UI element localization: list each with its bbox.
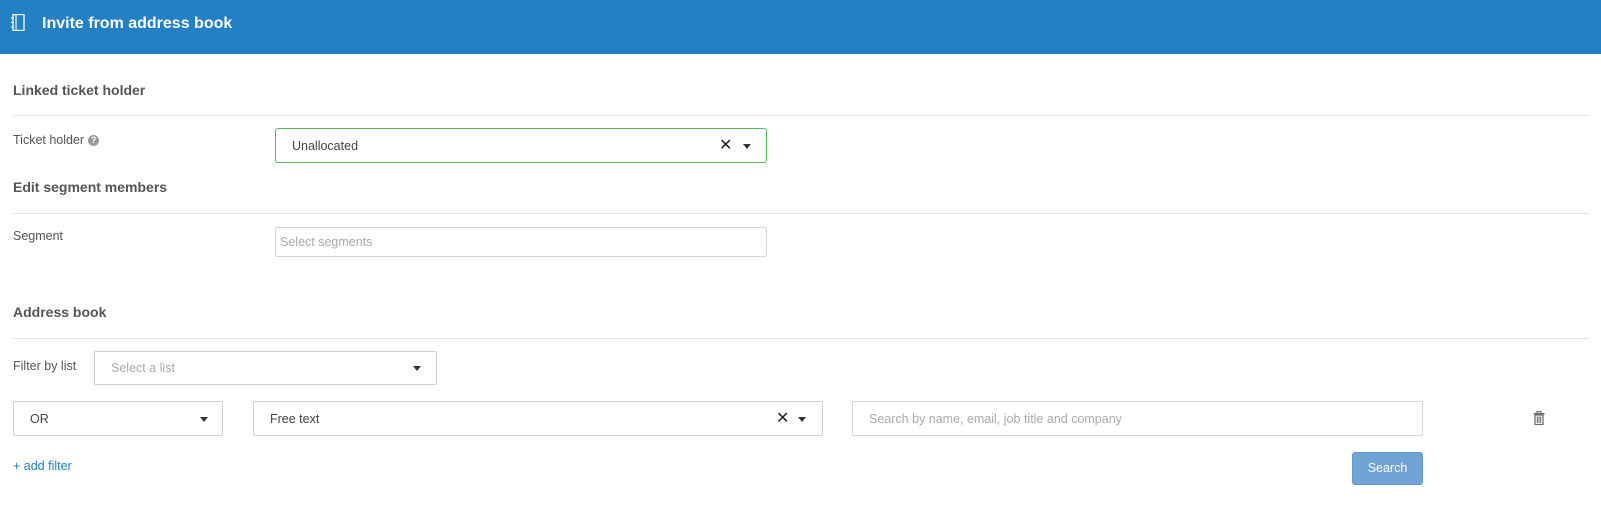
filter-list-placeholder: Select a list [111,361,175,375]
clear-icon[interactable]: ✕ [719,137,732,154]
search-placeholder: Search by name, email, job title and com… [869,411,1122,426]
ticket-holder-value: Unallocated [292,138,359,153]
help-icon[interactable]: ? [88,135,100,146]
chevron-down-icon[interactable] [200,416,208,422]
segment-label: Segment [13,229,64,243]
ticket-holder-label: Ticket holder? [13,133,100,147]
operator-select[interactable]: OR [13,401,223,436]
filter-field-select[interactable]: Free text ✕ [253,401,823,436]
add-filter-link[interactable]: + add filter [13,459,72,473]
divider [13,115,1589,116]
chevron-down-icon[interactable] [413,366,421,371]
segment-placeholder: Select segments [280,235,373,249]
filter-list-select[interactable]: Select a list [94,351,437,385]
page-title: Invite from address book [42,15,233,32]
page-header: Invite from address book [0,0,1601,54]
address-book-icon [11,14,25,31]
divider [13,338,1589,339]
divider [13,213,1589,214]
trash-icon[interactable] [1533,411,1545,425]
section-title-address-book: Address book [13,304,107,320]
chevron-down-icon[interactable] [743,143,751,149]
clear-icon[interactable]: ✕ [776,410,789,427]
ticket-holder-select[interactable]: Unallocated ✕ [275,128,767,163]
operator-value: OR [30,411,49,426]
segment-input[interactable]: Select segments [275,227,767,257]
filter-field-value: Free text [270,411,320,426]
section-title-linked-ticket-holder: Linked ticket holder [13,82,146,98]
search-button[interactable]: Search [1352,452,1423,485]
search-input[interactable]: Search by name, email, job title and com… [852,401,1423,436]
chevron-down-icon[interactable] [798,416,806,422]
filter-by-list-label: Filter by list [13,359,77,373]
ticket-holder-label-text: Ticket holder [13,133,85,147]
section-title-edit-segment-members: Edit segment members [13,179,168,195]
